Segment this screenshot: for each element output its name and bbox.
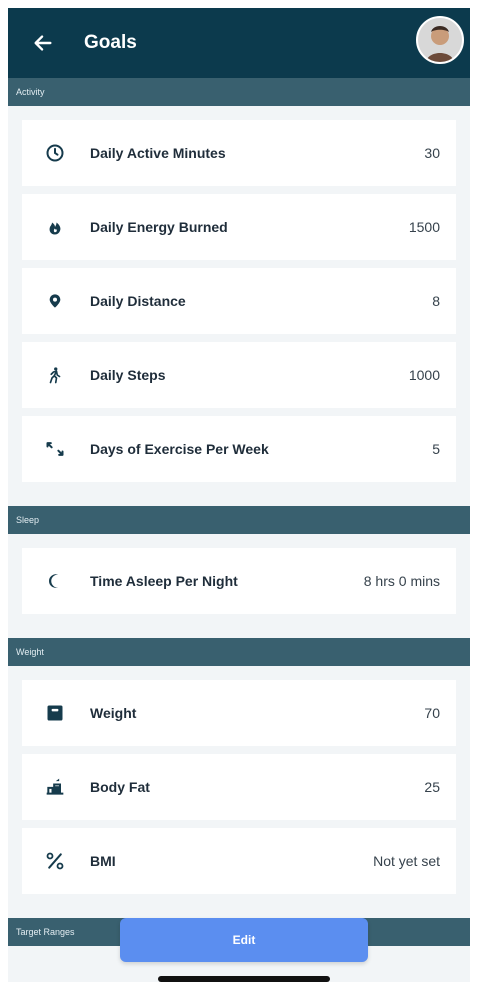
app-header: Goals	[8, 8, 470, 78]
goal-value: 1000	[408, 367, 440, 383]
location-pin-icon	[42, 288, 68, 314]
goal-row-bmi[interactable]: BMI Not yet set	[22, 828, 456, 894]
goal-label: Time Asleep Per Night	[90, 573, 238, 589]
goal-row-body-fat[interactable]: Body Fat 25	[22, 754, 456, 820]
goal-value: 8	[432, 293, 440, 309]
goal-label: Daily Distance	[90, 293, 186, 309]
goal-label: Days of Exercise Per Week	[90, 441, 269, 457]
percent-icon	[42, 848, 68, 874]
goal-label: Body Fat	[90, 779, 150, 795]
goal-row-days-of-exercise[interactable]: Days of Exercise Per Week 5	[22, 416, 456, 482]
goal-value: 5	[432, 441, 440, 457]
sleep-list: Time Asleep Per Night 8 hrs 0 mins	[8, 534, 470, 628]
goal-row-daily-energy-burned[interactable]: Daily Energy Burned 1500	[22, 194, 456, 260]
walking-icon	[42, 362, 68, 388]
goal-row-daily-steps[interactable]: Daily Steps 1000	[22, 342, 456, 408]
goal-label: Daily Energy Burned	[90, 219, 228, 235]
back-arrow-icon	[34, 35, 52, 51]
goal-value: 70	[424, 705, 440, 721]
body-fat-icon	[42, 774, 68, 800]
goals-screen: Goals Activity Daily Active Minutes 30 D…	[8, 8, 470, 982]
goal-label: BMI	[90, 853, 116, 869]
activity-list: Daily Active Minutes 30 Daily Energy Bur…	[8, 106, 470, 496]
flame-icon	[42, 214, 68, 240]
goal-row-daily-active-minutes[interactable]: Daily Active Minutes 30	[22, 120, 456, 186]
goal-value: 1500	[408, 219, 440, 235]
weight-list: Weight 70 Body Fat 25 BMI Not yet set	[8, 666, 470, 908]
clock-icon	[42, 140, 68, 166]
goal-value: 25	[424, 779, 440, 795]
moon-icon	[42, 568, 68, 594]
goal-row-weight[interactable]: Weight 70	[22, 680, 456, 746]
page-title: Goals	[84, 32, 137, 53]
avatar-image	[418, 18, 462, 62]
goal-label: Daily Steps	[90, 367, 166, 383]
goal-row-daily-distance[interactable]: Daily Distance 8	[22, 268, 456, 334]
goal-value: 30	[424, 145, 440, 161]
section-header-weight: Weight	[8, 638, 470, 666]
section-header-sleep: Sleep	[8, 506, 470, 534]
goal-value: Not yet set	[373, 853, 440, 869]
avatar[interactable]	[416, 16, 464, 64]
goal-label: Weight	[90, 705, 137, 721]
goal-value: 8 hrs 0 mins	[363, 573, 440, 589]
arrows-icon	[42, 436, 68, 462]
edit-button[interactable]: Edit	[120, 918, 368, 962]
back-button[interactable]	[20, 20, 66, 66]
home-indicator	[158, 976, 330, 982]
section-header-activity: Activity	[8, 78, 470, 106]
goal-label: Daily Active Minutes	[90, 145, 226, 161]
goal-row-time-asleep[interactable]: Time Asleep Per Night 8 hrs 0 mins	[22, 548, 456, 614]
scale-icon	[42, 700, 68, 726]
